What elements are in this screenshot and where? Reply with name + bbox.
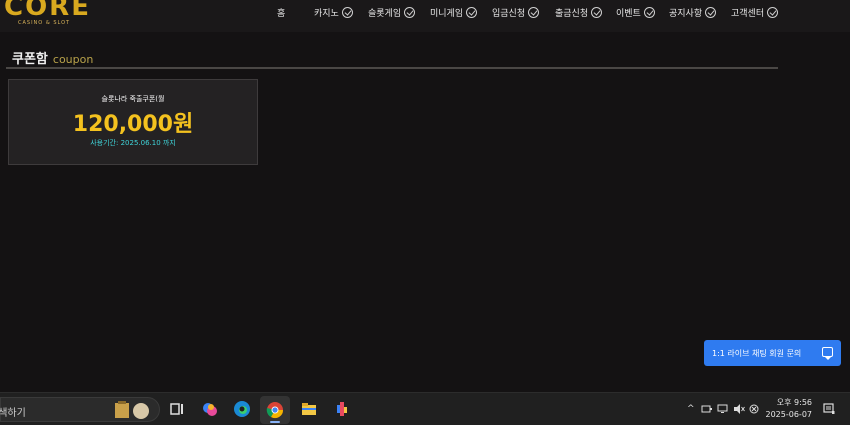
display-icon[interactable] xyxy=(717,404,729,414)
nav-label: 슬롯게임 xyxy=(368,8,402,19)
nav-item-home[interactable]: 홈 xyxy=(277,5,285,19)
nav-label: 고객센터 xyxy=(731,8,765,19)
clock-date: 2025-06-07 xyxy=(765,410,813,419)
clock-time: 오후 9:56 xyxy=(776,398,812,407)
coupon-amount: 120,000원 xyxy=(72,112,194,137)
live-chat-label: 1:1 라이브 채팅 회원 문의 xyxy=(712,348,802,358)
edge-browser-icon[interactable] xyxy=(233,400,251,418)
copilot-icon[interactable] xyxy=(201,400,219,418)
nav-item-casino[interactable]: 카지노 xyxy=(314,5,353,19)
coupon-period: 사용기간: 2025.06.10 까지 xyxy=(90,139,176,147)
check-circle-icon xyxy=(466,6,478,18)
nav-label: 카지노 xyxy=(314,8,339,19)
nav-item-support[interactable]: 고객센터 xyxy=(731,5,779,19)
check-circle-icon xyxy=(591,6,603,18)
section-title: 쿠폰함 coupon xyxy=(12,48,93,67)
nav-item-event[interactable]: 이벤트 xyxy=(616,5,655,19)
taskbar: 검색하기 ^ xyxy=(0,392,850,425)
app-icon[interactable] xyxy=(333,400,351,418)
nav-label: 공지사항 xyxy=(669,8,703,19)
volume-muted-icon[interactable] xyxy=(733,404,745,414)
tray-overflow-chevron[interactable]: ^ xyxy=(687,404,695,414)
coupon-card[interactable]: 슬롯나라 죽출쿠폰(월 120,000원 사용기간: 2025.06.10 까지 xyxy=(8,79,258,165)
notification-icon[interactable] xyxy=(823,403,835,415)
page-subtitle: coupon xyxy=(52,53,94,66)
nav-item-withdraw[interactable]: 출금신청 xyxy=(555,5,603,19)
check-circle-icon xyxy=(404,6,416,18)
title-divider xyxy=(6,67,778,69)
check-circle-icon xyxy=(767,6,779,18)
nav-label: 미니게임 xyxy=(430,8,464,19)
nav-item-deposit[interactable]: 입금신청 xyxy=(492,5,540,19)
site-logo[interactable]: CORE CASINO & SLOT xyxy=(4,0,91,26)
logo-text: CORE xyxy=(4,0,91,22)
nav-label: 홈 xyxy=(277,8,286,19)
logo-subtitle: CASINO & SLOT xyxy=(18,20,71,26)
nav-label: 입금신청 xyxy=(492,8,526,19)
search-placeholder: 검색하기 xyxy=(0,408,26,419)
chrome-taskbar-item[interactable] xyxy=(260,396,290,424)
site-header: CORE CASINO & SLOT 홈 카지노 슬롯게임 미니게임 입금신청 … xyxy=(0,0,850,32)
chrome-icon xyxy=(266,402,284,419)
nav-label: 이벤트 xyxy=(616,8,641,19)
active-indicator xyxy=(270,421,280,423)
coupon-name: 슬롯나라 죽출쿠폰(월 xyxy=(101,95,165,103)
task-view-icon[interactable] xyxy=(168,400,186,418)
check-circle-icon xyxy=(341,6,353,18)
nav-label: 출금신청 xyxy=(555,8,589,19)
file-explorer-icon[interactable] xyxy=(300,400,318,418)
check-circle-icon xyxy=(643,6,655,18)
check-circle-icon xyxy=(705,6,717,18)
nav-item-minigame[interactable]: 미니게임 xyxy=(430,5,478,19)
check-circle-icon xyxy=(528,6,540,18)
system-clock[interactable]: 오후 9:56 2025-06-07 xyxy=(764,397,813,421)
search-highlight-icon xyxy=(115,401,149,419)
nav-item-notice[interactable]: 공지사항 xyxy=(669,5,717,19)
network-icon[interactable] xyxy=(701,404,713,414)
nav-item-slot[interactable]: 슬롯게임 xyxy=(368,5,416,19)
taskbar-search[interactable]: 검색하기 xyxy=(0,397,160,422)
chat-bubble-icon xyxy=(822,347,833,360)
live-chat-button[interactable]: 1:1 라이브 채팅 회원 문의 xyxy=(704,340,841,366)
blocked-icon[interactable] xyxy=(749,404,759,414)
page-title: 쿠폰함 xyxy=(12,52,48,67)
